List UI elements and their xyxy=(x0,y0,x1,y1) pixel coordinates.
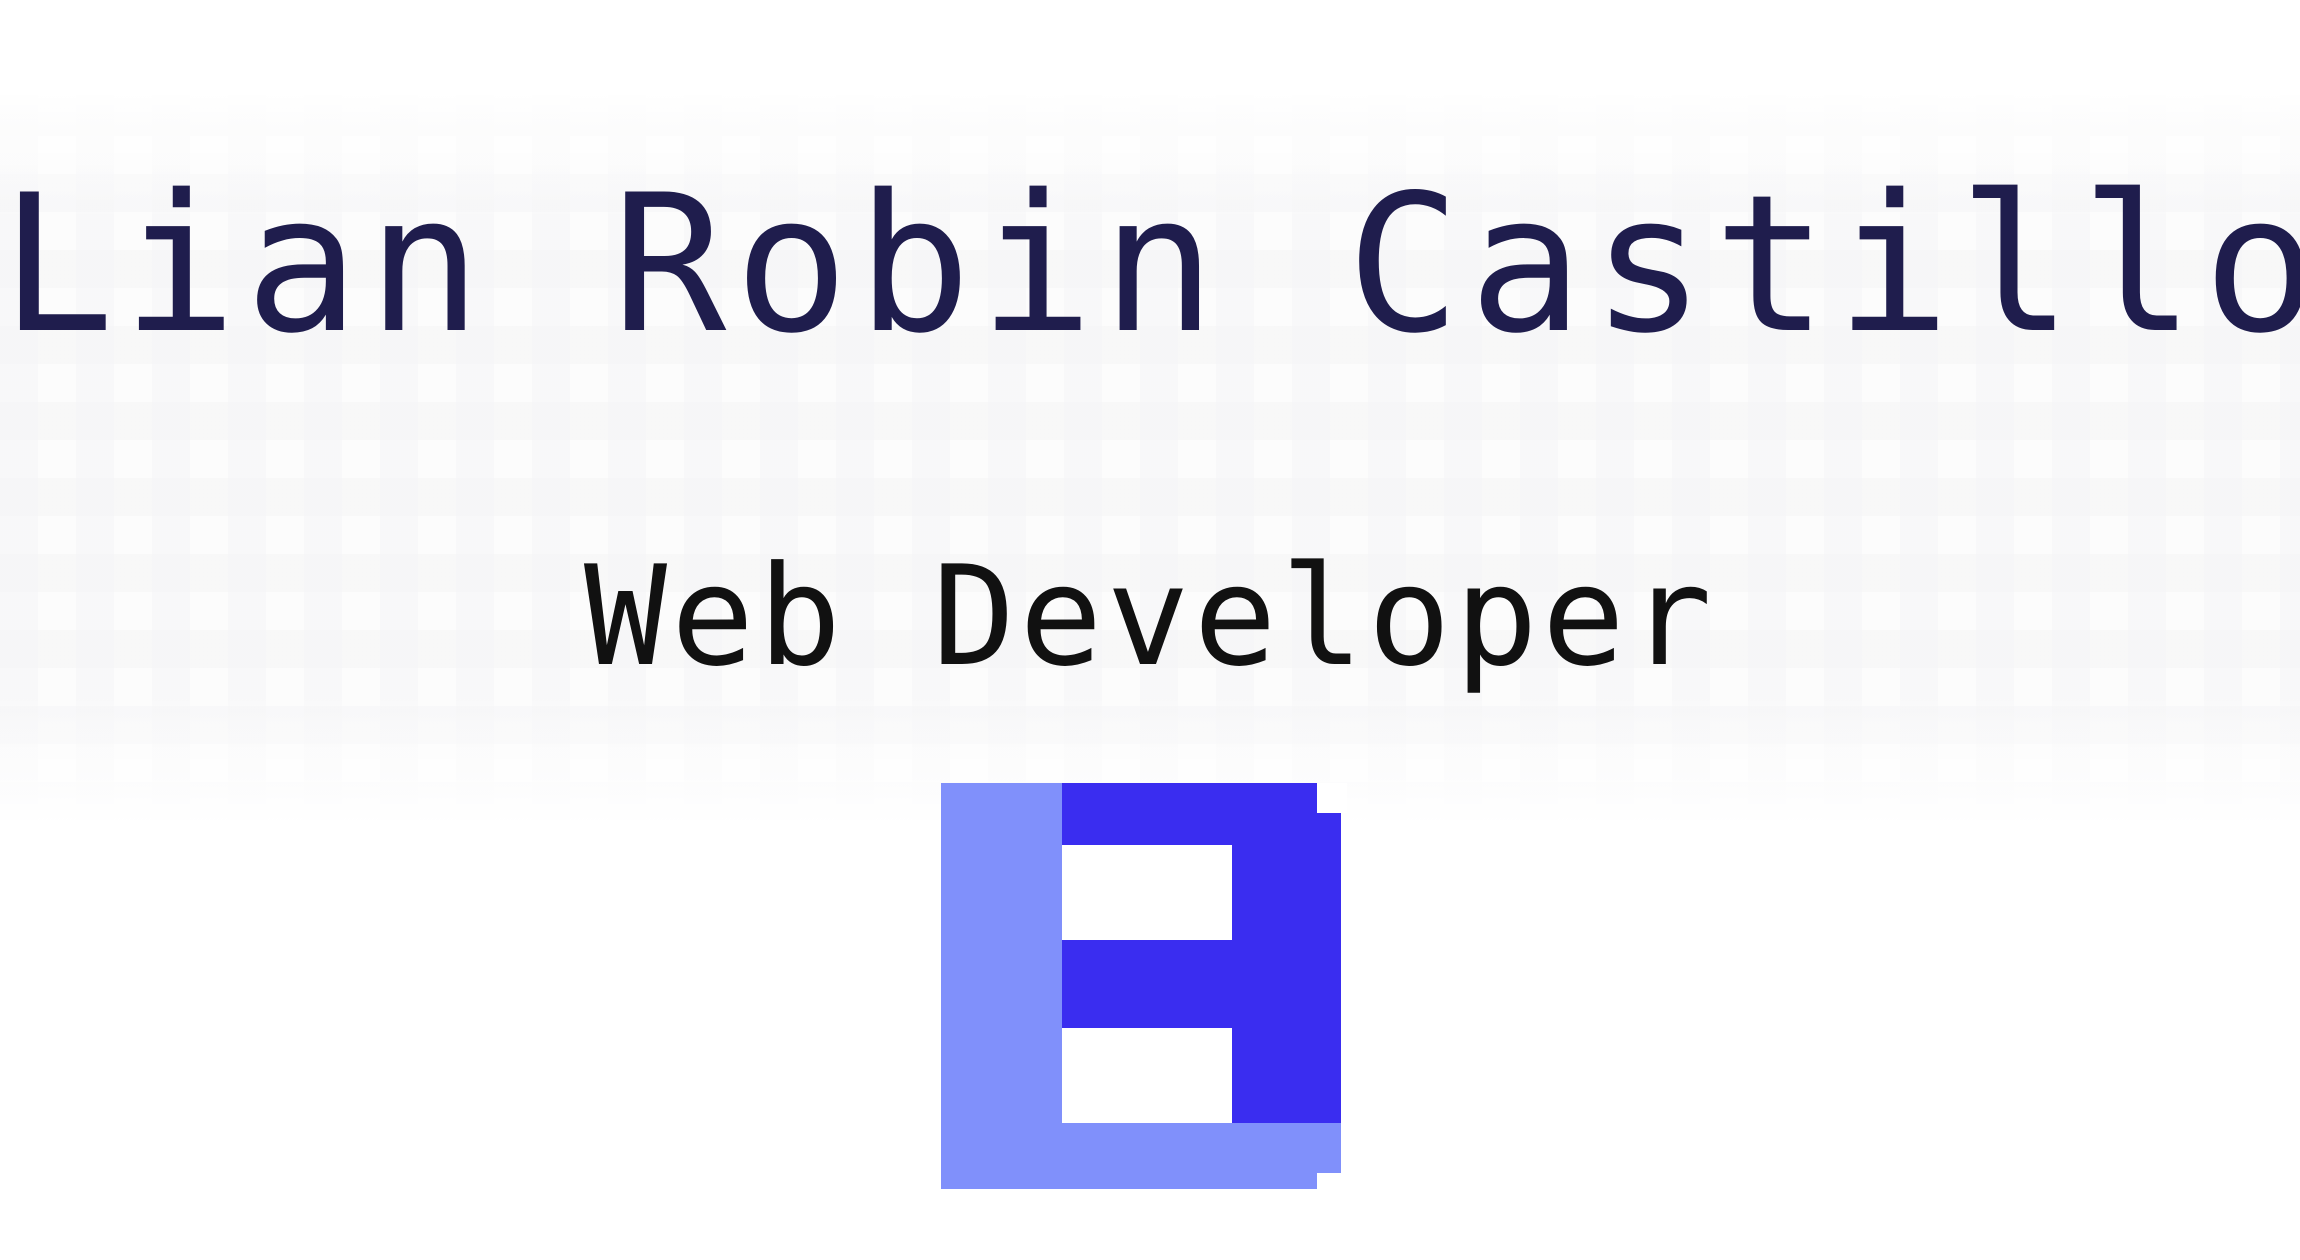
job-title: Web Developer xyxy=(583,536,1717,697)
person-name: Lian Robin Castillo xyxy=(0,154,2300,375)
page: Lian Robin Castillo Web Developer xyxy=(0,0,2300,1260)
pixel-b-logo-icon xyxy=(941,783,1347,1189)
